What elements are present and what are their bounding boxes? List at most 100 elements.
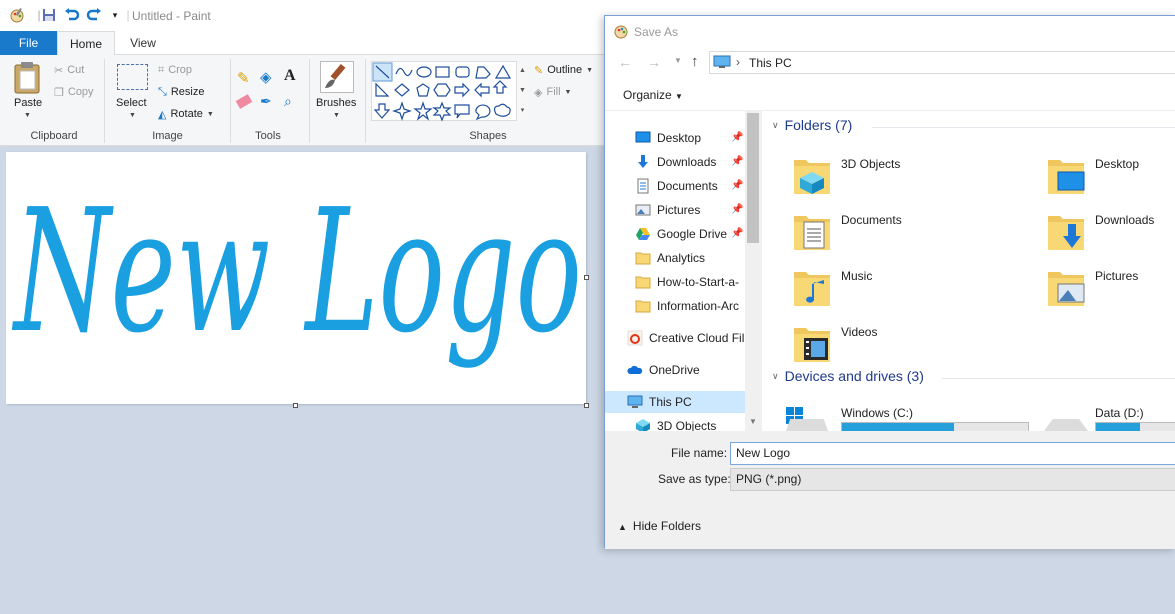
organize-dropdown-icon: ▼: [675, 92, 683, 101]
tab-home[interactable]: Home: [57, 31, 115, 56]
select-icon[interactable]: [117, 64, 148, 90]
tab-view[interactable]: View: [115, 31, 171, 55]
nav-item-creative-cloud-fil[interactable]: Creative Cloud Fil: [605, 327, 745, 349]
address-bar[interactable]: › This PC: [709, 51, 1175, 74]
five-point-star-shape-icon: [413, 101, 433, 121]
canvas-resize-handle-right[interactable]: [584, 275, 589, 280]
devices-section-header[interactable]: ∨ Devices and drives (3): [772, 368, 924, 384]
pin-icon: 📌: [731, 156, 744, 167]
nav-item-downloads[interactable]: Downloads: [605, 151, 745, 173]
nav-item-how-to-start-a[interactable]: How-to-Start-a-: [605, 271, 745, 293]
section-divider: [872, 127, 1175, 128]
color-picker-icon[interactable]: ✒: [260, 93, 272, 110]
nav-item-desktop[interactable]: Desktop: [605, 127, 745, 149]
drive-c-label[interactable]: Windows (C:): [841, 406, 913, 420]
shapes-scroll[interactable]: ▲ ▼ ▾: [516, 61, 528, 121]
left-arrow-shape-icon: [474, 82, 490, 98]
section-divider: [942, 378, 1175, 379]
curve-shape-icon: [395, 67, 413, 77]
shapes-group-label: Shapes: [469, 130, 507, 142]
nav-pane-scrollbar[interactable]: ▼: [745, 111, 761, 431]
drive-c-icon: [786, 419, 828, 431]
cut-button[interactable]: ✂ Cut: [54, 61, 84, 79]
drawing-canvas[interactable]: New Logo: [6, 152, 586, 404]
recent-locations-icon[interactable]: ▼: [674, 56, 682, 65]
nav-pane-scroll-thumb[interactable]: [747, 113, 759, 243]
cut-label: Cut: [67, 64, 85, 76]
pictures-folder-icon: [1046, 264, 1086, 308]
crop-label: Crop: [168, 64, 193, 76]
up-arrow-icon[interactable]: ↑: [691, 53, 699, 70]
back-arrow-icon[interactable]: ←: [618, 54, 632, 70]
resize-button[interactable]: ⤡ Resize: [158, 83, 204, 101]
callout-oval-shape-icon: [475, 104, 491, 121]
pin-icon: 📌: [731, 180, 744, 191]
crop-button[interactable]: ⌗ Crop: [158, 61, 192, 79]
brushes-button[interactable]: [320, 61, 354, 93]
outline-button[interactable]: ✎ Outline ▼: [534, 61, 593, 79]
nav-item-label: Documents: [657, 179, 718, 193]
paste-dropdown-icon[interactable]: ▼: [24, 112, 31, 119]
nav-item-google-drive[interactable]: Google Drive: [605, 223, 745, 245]
canvas-resize-handle-bottom[interactable]: [293, 403, 298, 408]
google-drive-icon: [635, 226, 651, 242]
eraser-icon[interactable]: [235, 94, 253, 109]
nav-item-label: Desktop: [657, 131, 702, 145]
hide-folders-button[interactable]: ▲ Hide Folders: [618, 519, 701, 533]
nav-item-information-arc[interactable]: Information-Arc: [605, 295, 745, 317]
rotate-button[interactable]: ◭ Rotate ▼: [158, 105, 214, 123]
ribbon-tabs: File Home View: [0, 31, 605, 56]
magnifier-icon[interactable]: ⌕: [284, 93, 292, 110]
nav-item-documents[interactable]: Documents: [605, 175, 745, 197]
select-label[interactable]: Select: [116, 97, 147, 109]
pencil-icon[interactable]: ✎: [237, 69, 250, 87]
organize-button[interactable]: Organize ▼: [623, 88, 683, 102]
redo-icon[interactable]: [85, 6, 103, 24]
fill-button[interactable]: ◈ Fill ▼: [534, 83, 571, 101]
scroll-down-icon[interactable]: ▼: [749, 417, 757, 426]
save-icon[interactable]: [40, 6, 58, 24]
right-triangle-shape-icon: [375, 82, 390, 97]
outline-label: Outline: [547, 64, 583, 76]
drive-d-label[interactable]: Data (D:): [1095, 406, 1144, 420]
fill-dropdown-icon: ▼: [564, 88, 572, 96]
folders-section-header[interactable]: ∨ Folders (7): [772, 117, 852, 133]
brushes-dropdown-icon[interactable]: ▼: [333, 112, 340, 119]
text-tool-icon[interactable]: A: [284, 67, 296, 85]
select-dropdown-icon[interactable]: ▼: [129, 112, 136, 119]
four-point-star-shape-icon: [392, 101, 412, 121]
nav-item-label: Google Drive: [657, 227, 728, 241]
outline-icon: ✎: [534, 64, 544, 77]
oval-shape-icon: [416, 66, 432, 78]
3d-objects-folder-icon: [792, 152, 832, 196]
folder-label: Videos: [841, 325, 878, 339]
paste-button[interactable]: [12, 60, 42, 97]
nav-item-label: Information-Arc: [657, 299, 740, 313]
resize-label: Resize: [170, 86, 205, 98]
nav-item-this-pc[interactable]: This PC: [605, 391, 745, 413]
file-name-input[interactable]: New Logo: [730, 442, 1175, 465]
nav-item-analytics[interactable]: Analytics: [605, 247, 745, 269]
folder-label: 3D Objects: [841, 157, 901, 171]
copy-icon: ❐: [54, 86, 64, 99]
save-as-dialog: Save As ← → ▼ ↑ › This PC Organize ▼ Des…: [604, 15, 1175, 549]
tab-file[interactable]: File: [0, 31, 57, 55]
collapse-chevron-icon: ∨: [772, 370, 779, 381]
forward-arrow-icon[interactable]: →: [647, 54, 661, 70]
nav-item-pictures[interactable]: Pictures: [605, 199, 745, 221]
outline-dropdown-icon: ▼: [586, 66, 594, 74]
fill-bucket-icon[interactable]: ◈: [260, 68, 272, 86]
canvas-resize-handle-corner[interactable]: [584, 403, 589, 408]
undo-icon[interactable]: [63, 6, 81, 24]
rotate-dropdown-icon: ▼: [206, 110, 214, 118]
dialog-bottom-panel: File name: New Logo Save as type: PNG (*…: [605, 431, 1175, 549]
brushes-label[interactable]: Brushes: [316, 97, 356, 109]
copy-button[interactable]: ❐ Copy: [54, 83, 94, 101]
paint-app-icon: [8, 6, 26, 24]
shapes-gallery: [371, 61, 528, 122]
organize-label: Organize: [623, 88, 672, 102]
paint-window-title: Untitled - Paint: [132, 9, 211, 23]
breadcrumb-chevron-icon: ›: [736, 55, 740, 69]
save-as-type-select[interactable]: PNG (*.png): [730, 468, 1175, 491]
nav-item-onedrive[interactable]: OneDrive: [605, 359, 745, 381]
